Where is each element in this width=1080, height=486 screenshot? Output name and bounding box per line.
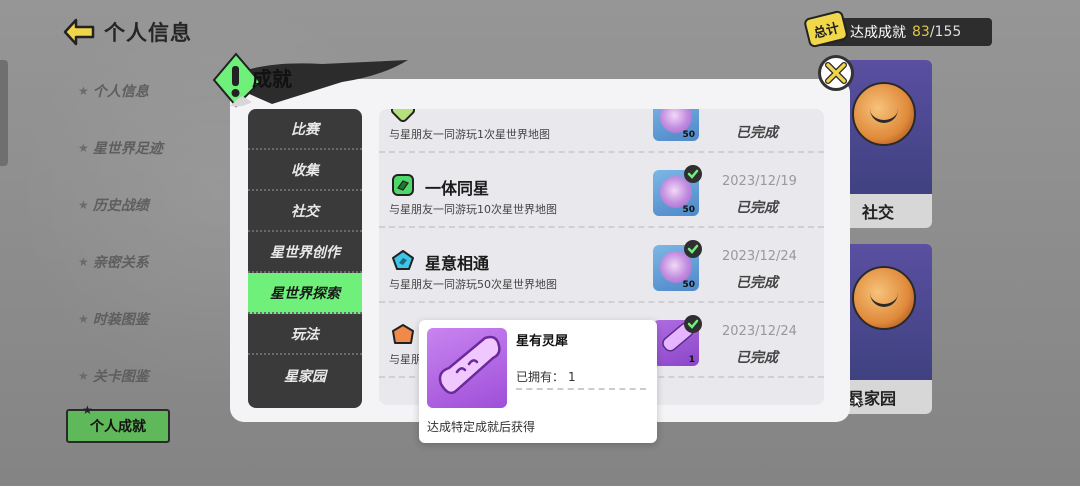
check-icon xyxy=(684,240,702,258)
character-avatar xyxy=(852,82,916,146)
sidebar-item-label: 关卡图鉴 xyxy=(92,368,149,385)
owned-value: 1 xyxy=(568,370,576,384)
sidebar-active-label: 个人成就 xyxy=(90,419,146,435)
total-label: 达成成就 xyxy=(850,25,906,41)
achievement-name: 星意相通 xyxy=(425,254,490,273)
total-achievements-badge: 总计 达成成就 83 / 155 xyxy=(802,9,992,49)
sidebar-item-label: 亲密关系 xyxy=(92,254,149,271)
header: 个人信息 xyxy=(62,14,192,50)
achievement-status: 已完成 xyxy=(736,200,778,216)
achievement-desc: 与星朋友一同游玩50次星世界地图 xyxy=(389,278,557,291)
tab-home[interactable]: 星家园 xyxy=(248,355,362,396)
edge-handle[interactable] xyxy=(0,60,8,166)
achievement-date: 2023/12/19 xyxy=(722,174,797,189)
achievement-badge-icon xyxy=(392,250,414,270)
sidebar-item-label: 时装图鉴 xyxy=(92,311,149,328)
modal-title: 成就 xyxy=(252,67,292,91)
sidebar-item-relationships[interactable]: ★ 亲密关系 xyxy=(64,233,174,290)
sidebar-item-achievements[interactable]: ★ 个人成就 xyxy=(66,403,170,443)
tab-creation[interactable]: 星世界创作 xyxy=(248,232,362,273)
owned-label: 已拥有： xyxy=(516,370,565,384)
achievement-desc: 与星朋友一同游玩1次星世界地图 xyxy=(389,128,550,141)
achievement-badge-icon xyxy=(392,324,414,344)
list-item: 与星朋友一同游玩1次星世界地图 50 已完成 xyxy=(379,109,824,153)
character-avatar xyxy=(852,266,916,330)
achievement-name: 一体同星 xyxy=(425,179,490,198)
sidebar-item-outfits[interactable]: ★ 时装图鉴 xyxy=(64,290,174,347)
sidebar-item-profile[interactable]: ★ 个人信息 xyxy=(64,62,174,119)
star-icon: ★ xyxy=(78,140,89,155)
sidebar-item-footprint[interactable]: ★ 星世界足迹 xyxy=(64,119,174,176)
sidebar-item-history[interactable]: ★ 历史战绩 xyxy=(64,176,174,233)
star-icon: ★ xyxy=(78,368,89,383)
tab-gameplay[interactable]: 玩法 xyxy=(248,314,362,355)
tab-collection[interactable]: 收集 xyxy=(248,150,362,191)
star-icon: ★ xyxy=(78,83,89,98)
reward-item[interactable]: 50 xyxy=(653,109,699,141)
star-icon: ★ xyxy=(78,254,89,269)
achievement-status: 已完成 xyxy=(736,275,778,291)
achieved-count: 83 xyxy=(912,24,930,40)
achievement-status: 已完成 xyxy=(736,350,778,366)
star-icon: ★ xyxy=(78,311,89,326)
tab-match[interactable]: 比赛 xyxy=(248,109,362,150)
achievement-status: 已完成 xyxy=(736,125,778,141)
reward-count: 1 xyxy=(688,355,695,365)
modal-title-tag xyxy=(212,52,408,108)
item-name: 星有灵犀 xyxy=(516,334,569,349)
achievement-desc: 与星朋 xyxy=(389,353,422,366)
stick-card-icon xyxy=(438,335,501,395)
card-label: 社交 xyxy=(862,203,895,222)
achievement-date: 2023/12/24 xyxy=(722,249,797,264)
sidebar-item-label: 星世界足迹 xyxy=(92,140,163,157)
achievement-badge-icon xyxy=(392,174,414,196)
sidebar-item-label: 历史战绩 xyxy=(92,197,149,214)
sidebar: ★ 个人信息 ★ 星世界足迹 ★ 历史战绩 ★ 亲密关系 ★ 时装图鉴 ★ 关卡… xyxy=(64,62,174,404)
star-icon: ★ xyxy=(82,403,93,417)
close-icon xyxy=(825,62,847,84)
page-title: 个人信息 xyxy=(104,21,192,45)
tab-exploration[interactable]: 星世界探索 xyxy=(248,273,362,314)
sidebar-item-label: 个人信息 xyxy=(92,83,149,100)
achievement-badge-icon xyxy=(391,109,415,122)
category-tabs: 比赛 收集 社交 星世界创作 星世界探索 玩法 星家园 xyxy=(248,109,362,408)
reward-count: 50 xyxy=(682,280,695,290)
reward-count: 50 xyxy=(682,130,695,140)
achievement-date: 2023/12/24 xyxy=(722,324,797,339)
item-image xyxy=(427,328,507,408)
check-icon xyxy=(684,315,702,333)
tab-social[interactable]: 社交 xyxy=(248,191,362,232)
list-item: 星意相通 与星朋友一同游玩50次星世界地图 50 2023/12/24 已完成 xyxy=(379,228,824,303)
item-desc: 达成特定成就后获得 xyxy=(427,420,536,434)
cursor-icon xyxy=(853,394,863,408)
star-icon: ★ xyxy=(78,197,89,212)
divider xyxy=(516,388,646,390)
item-tooltip: 星有灵犀 已拥有： 1 达成特定成就后获得 xyxy=(419,320,657,443)
total-count: 155 xyxy=(934,24,962,40)
achievement-desc: 与星朋友一同游玩10次星世界地图 xyxy=(389,203,557,216)
item-owned: 已拥有： 1 xyxy=(516,368,576,385)
list-item: 一体同星 与星朋友一同游玩10次星世界地图 50 2023/12/19 已完成 xyxy=(379,153,824,228)
close-button[interactable] xyxy=(818,55,854,91)
sidebar-item-levels[interactable]: ★ 关卡图鉴 xyxy=(64,347,174,404)
reward-count: 50 xyxy=(682,205,695,215)
check-icon xyxy=(684,165,702,183)
back-arrow-icon[interactable] xyxy=(62,15,96,49)
